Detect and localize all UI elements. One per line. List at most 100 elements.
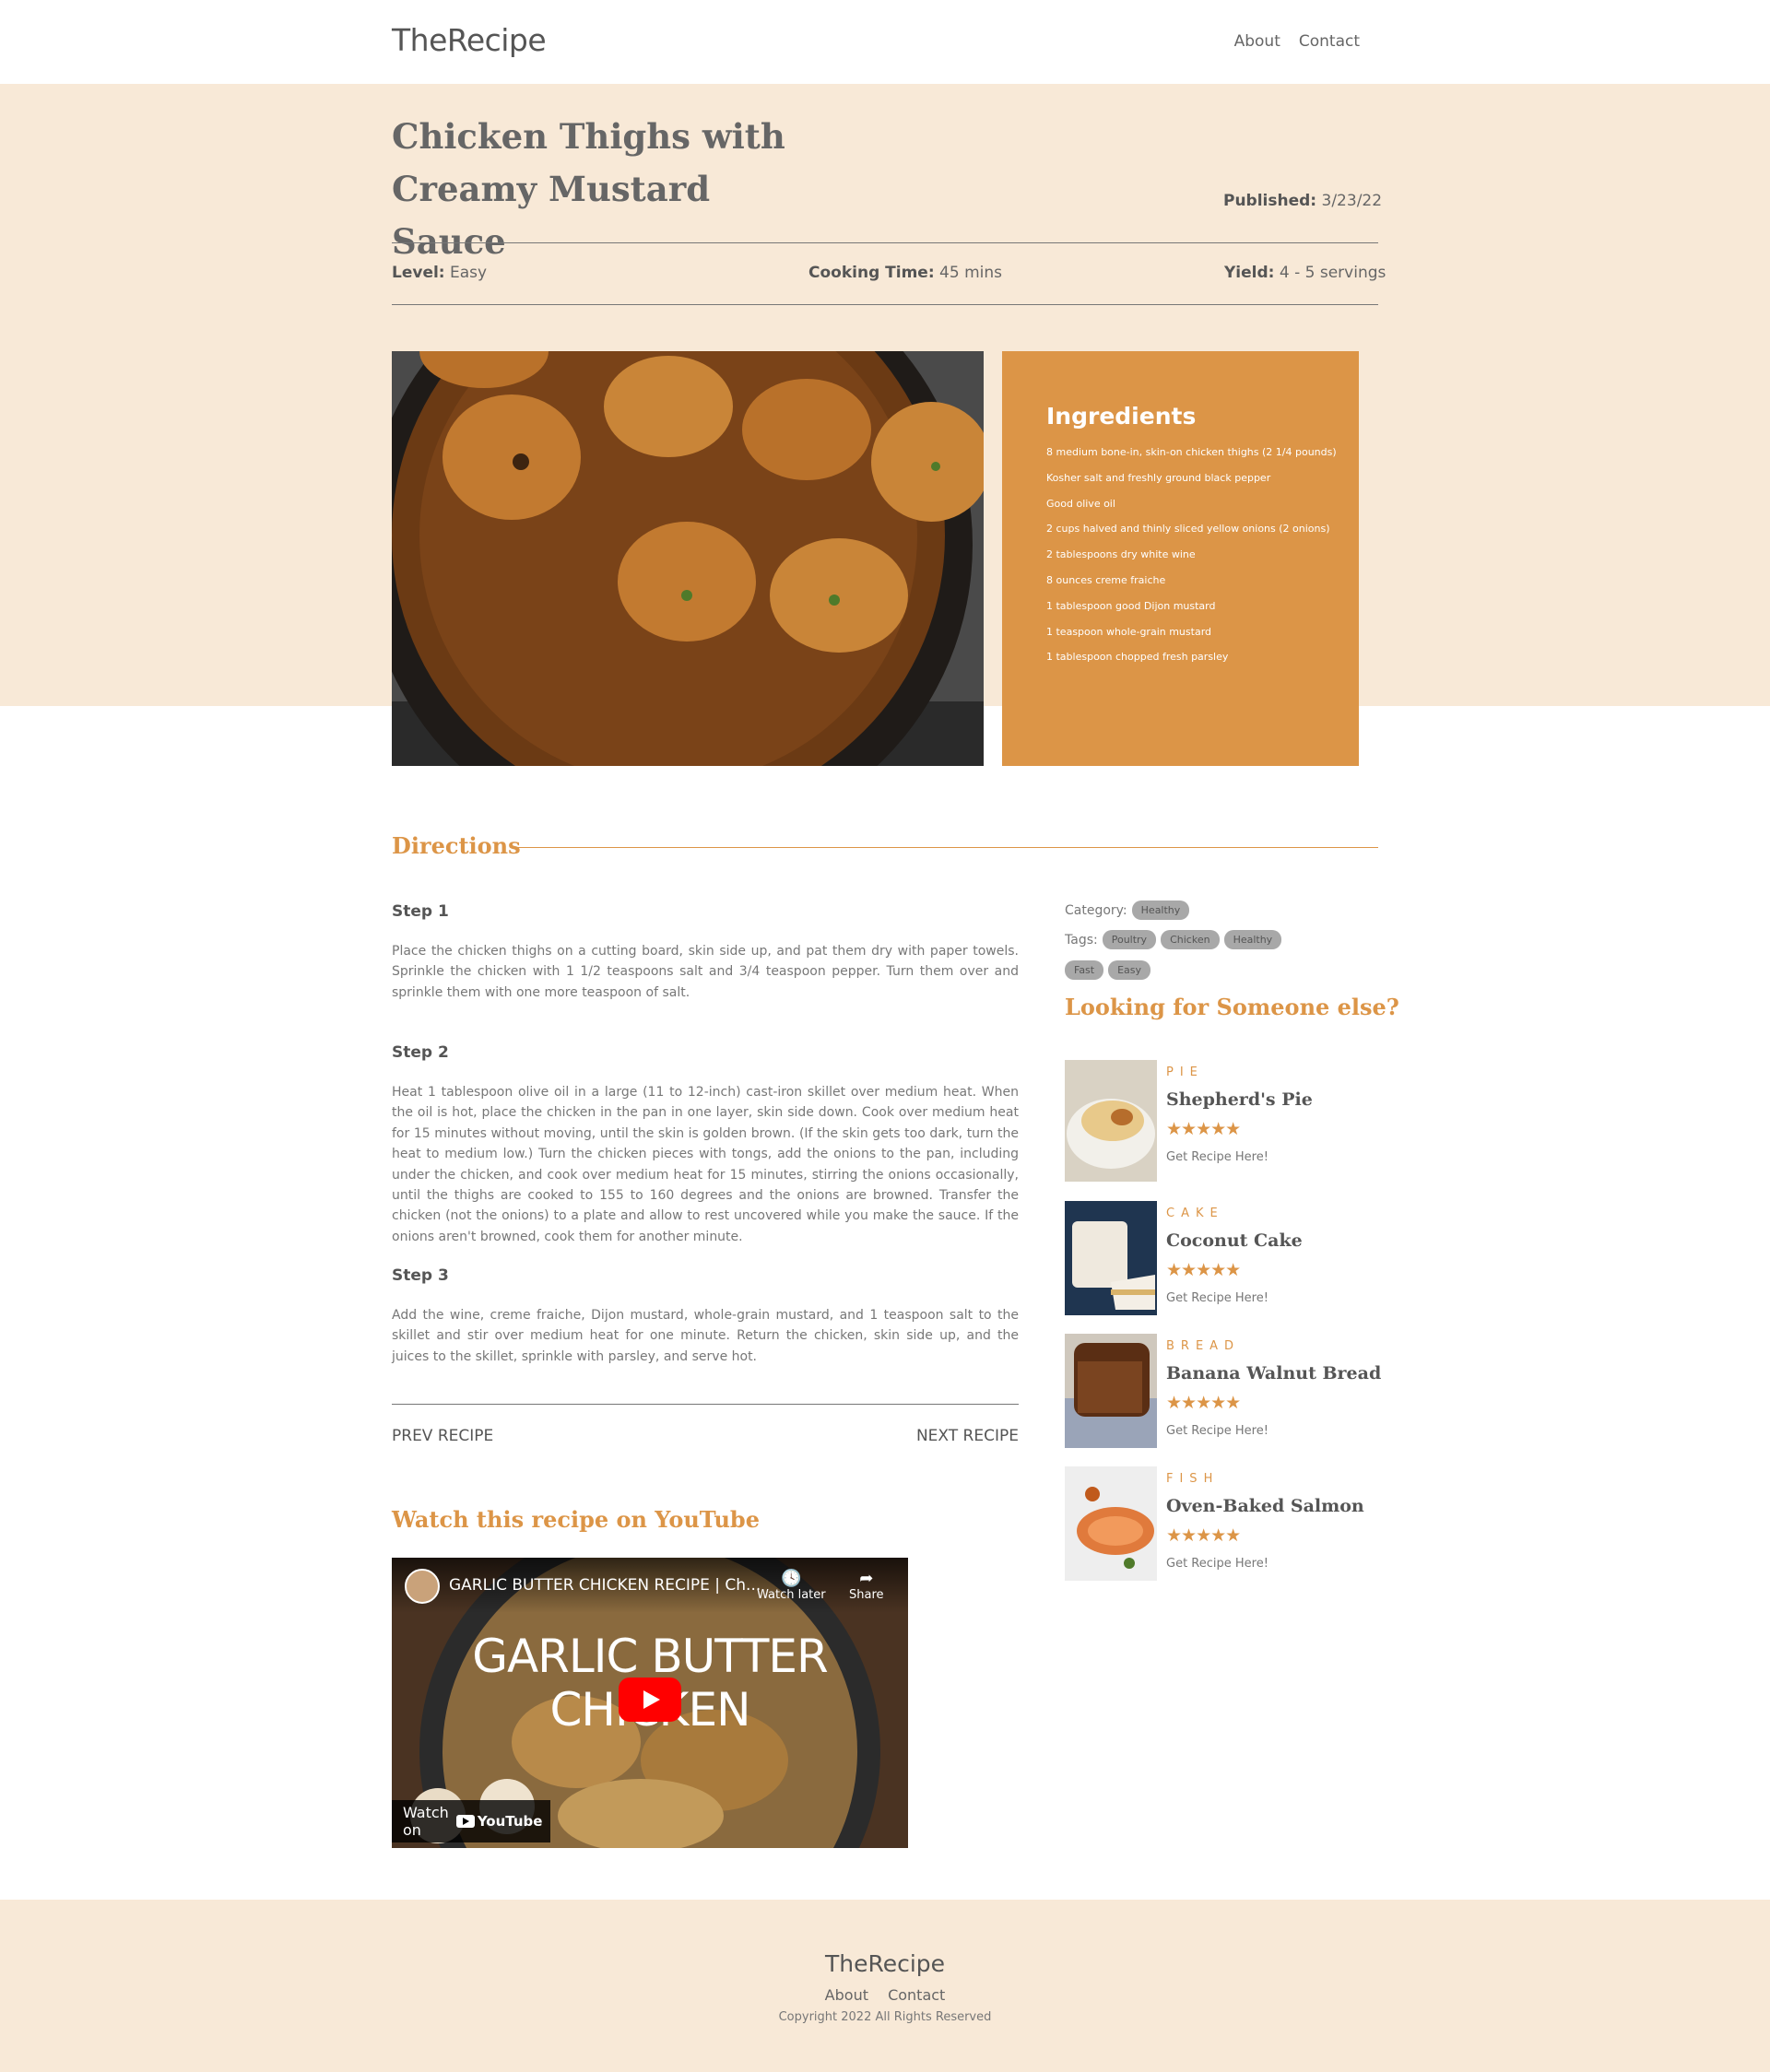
published-value: 3/23/22 bbox=[1321, 192, 1383, 210]
ingredient-item: 2 tablespoons dry white wine bbox=[1046, 548, 1196, 561]
get-recipe-link[interactable]: Get Recipe Here! bbox=[1166, 1557, 1268, 1571]
clock-icon: 🕓 bbox=[781, 1569, 802, 1588]
star-rating: ★★★★★ bbox=[1166, 1525, 1241, 1546]
youtube-play-icon bbox=[455, 1815, 475, 1828]
card-thumbnail[interactable] bbox=[1065, 1060, 1157, 1182]
footer-logo[interactable]: TheRecipe bbox=[0, 1950, 1770, 1977]
share-button[interactable]: ➦ Share bbox=[849, 1569, 884, 1602]
watch-later-label: Watch later bbox=[757, 1588, 826, 1602]
card-thumbnail[interactable] bbox=[1065, 1334, 1157, 1455]
card-category: PIE bbox=[1166, 1065, 1204, 1079]
suggestions-heading: Looking for Someone else? bbox=[1065, 994, 1399, 1020]
watch-on-label: Watch on bbox=[403, 1804, 449, 1839]
ingredient-item: 1 tablespoon chopped fresh parsley bbox=[1046, 651, 1229, 664]
directions-divider bbox=[512, 847, 1378, 848]
tag-fast[interactable]: Fast bbox=[1065, 960, 1104, 980]
next-recipe-link[interactable]: NEXT RECIPE bbox=[916, 1427, 1019, 1445]
footer-about-link[interactable]: About bbox=[825, 1986, 868, 2004]
category-tag[interactable]: Healthy bbox=[1131, 901, 1190, 920]
ingredient-item: Good olive oil bbox=[1046, 497, 1115, 510]
directions-heading: Directions bbox=[392, 832, 521, 859]
footer-nav: About Contact bbox=[0, 1986, 1770, 2004]
star-rating: ★★★★★ bbox=[1166, 1393, 1241, 1413]
ingredient-item: Kosher salt and freshly ground black pep… bbox=[1046, 471, 1271, 484]
card-title[interactable]: Oven-Baked Salmon bbox=[1166, 1496, 1364, 1516]
ingredients-title: Ingredients bbox=[1046, 403, 1197, 430]
tag-easy[interactable]: Easy bbox=[1108, 960, 1151, 980]
ingredient-item: 1 tablespoon good Dijon mustard bbox=[1046, 599, 1216, 612]
card-title[interactable]: Coconut Cake bbox=[1166, 1230, 1303, 1251]
card-category: CAKE bbox=[1166, 1207, 1224, 1220]
category-label: Category: bbox=[1065, 902, 1127, 918]
youtube-embed[interactable]: GARLIC BUTTER CHICKEN RECIPE | Ch... 🕓 W… bbox=[392, 1558, 908, 1848]
meta-bottom-divider bbox=[392, 304, 1378, 305]
star-rating: ★★★★★ bbox=[1166, 1119, 1241, 1139]
nav-about-link[interactable]: About bbox=[1234, 32, 1280, 51]
card-category: FISH bbox=[1166, 1472, 1220, 1486]
youtube-logo: YouTube bbox=[455, 1813, 543, 1830]
site-logo[interactable]: TheRecipe bbox=[392, 22, 547, 58]
play-button[interactable] bbox=[619, 1678, 681, 1722]
card-title[interactable]: Banana Walnut Bread bbox=[1166, 1363, 1381, 1383]
recipe-title: Chicken Thighs with Creamy Mustard Sauce bbox=[392, 116, 785, 262]
suggestion-card-shepherds-pie[interactable]: PIE Shepherd's Pie ★★★★★ Get Recipe Here… bbox=[1065, 1060, 1378, 1182]
recipe-yield: Yield: 4 - 5 servings bbox=[1224, 264, 1386, 282]
get-recipe-link[interactable]: Get Recipe Here! bbox=[1166, 1150, 1268, 1164]
site-footer: TheRecipe About Contact Copyright 2022 A… bbox=[0, 1900, 1770, 2072]
step-3-text: Add the wine, creme fraiche, Dijon musta… bbox=[392, 1308, 1019, 1364]
published-date: Published: 3/23/22 bbox=[1223, 192, 1382, 210]
ingredient-item: 1 teaspoon whole-grain mustard bbox=[1046, 625, 1212, 638]
channel-avatar[interactable] bbox=[405, 1569, 440, 1604]
suggestion-card-coconut-cake[interactable]: CAKE Coconut Cake ★★★★★ Get Recipe Here! bbox=[1065, 1201, 1378, 1323]
card-thumbnail[interactable] bbox=[1065, 1466, 1157, 1588]
ingredients-panel: Ingredients 8 medium bone-in, skin-on ch… bbox=[1002, 351, 1359, 766]
suggestion-card-banana-walnut-bread[interactable]: BREAD Banana Walnut Bread ★★★★★ Get Reci… bbox=[1065, 1334, 1381, 1455]
tag-poultry[interactable]: Poultry bbox=[1102, 930, 1157, 949]
ingredient-item: 2 cups halved and thinly sliced yellow o… bbox=[1046, 523, 1330, 536]
share-label: Share bbox=[849, 1588, 884, 1602]
published-label: Published: bbox=[1223, 192, 1317, 210]
share-icon: ➦ bbox=[859, 1569, 874, 1588]
star-rating: ★★★★★ bbox=[1166, 1260, 1241, 1280]
time-value: 45 mins bbox=[939, 264, 1002, 282]
step-2-text: Heat 1 tablespoon olive oil in a large (… bbox=[392, 1085, 1019, 1244]
prev-recipe-link[interactable]: PREV RECIPE bbox=[392, 1427, 493, 1445]
youtube-logo-text: YouTube bbox=[477, 1813, 543, 1830]
recipe-hero-image bbox=[392, 351, 984, 766]
tags-row: Tags: Poultry Chicken Healthy bbox=[1065, 930, 1282, 949]
recipe-cooking-time: Cooking Time: 45 mins bbox=[808, 264, 1002, 282]
yield-label: Yield: bbox=[1224, 264, 1275, 282]
category-row: Category: Healthy bbox=[1065, 901, 1190, 920]
yield-value: 4 - 5 servings bbox=[1279, 264, 1386, 282]
suggestion-card-oven-baked-salmon[interactable]: FISH Oven-Baked Salmon ★★★★★ Get Recipe … bbox=[1065, 1466, 1378, 1588]
video-title[interactable]: GARLIC BUTTER CHICKEN RECIPE | Ch... bbox=[449, 1576, 761, 1595]
level-label: Level: bbox=[392, 264, 445, 282]
footer-contact-link[interactable]: Contact bbox=[888, 1986, 945, 2004]
card-title[interactable]: Shepherd's Pie bbox=[1166, 1089, 1313, 1110]
ingredients-list: 8 medium bone-in, skin-on chicken thighs… bbox=[1046, 446, 1337, 664]
ingredient-item: 8 ounces creme fraiche bbox=[1046, 573, 1166, 586]
tags-row-2: Fast Easy bbox=[1065, 960, 1151, 980]
recipe-level: Level: Easy bbox=[392, 264, 487, 282]
tag-chicken[interactable]: Chicken bbox=[1161, 930, 1220, 949]
nav-contact-link[interactable]: Contact bbox=[1299, 32, 1360, 51]
youtube-heading: Watch this recipe on YouTube bbox=[392, 1506, 760, 1533]
recipe-nav-divider bbox=[392, 1404, 1019, 1405]
step-2-title: Step 2 bbox=[392, 1043, 449, 1062]
footer-copyright: Copyright 2022 All Rights Reserved bbox=[778, 2010, 992, 2024]
step-3-title: Step 3 bbox=[392, 1266, 449, 1285]
meta-top-divider bbox=[392, 242, 1378, 243]
tags-label: Tags: bbox=[1065, 932, 1098, 948]
watch-on-youtube-button[interactable]: Watch on YouTube bbox=[392, 1800, 550, 1842]
watch-later-button[interactable]: 🕓 Watch later bbox=[757, 1569, 826, 1602]
top-nav: About Contact bbox=[1234, 32, 1360, 51]
step-1-title: Step 1 bbox=[392, 902, 449, 921]
level-value: Easy bbox=[450, 264, 488, 282]
site-header: TheRecipe About Contact bbox=[0, 0, 1770, 84]
get-recipe-link[interactable]: Get Recipe Here! bbox=[1166, 1291, 1268, 1305]
get-recipe-link[interactable]: Get Recipe Here! bbox=[1166, 1424, 1268, 1438]
time-label: Cooking Time: bbox=[808, 264, 935, 282]
card-thumbnail[interactable] bbox=[1065, 1201, 1157, 1323]
card-category: BREAD bbox=[1166, 1339, 1241, 1353]
tag-healthy[interactable]: Healthy bbox=[1223, 930, 1282, 949]
